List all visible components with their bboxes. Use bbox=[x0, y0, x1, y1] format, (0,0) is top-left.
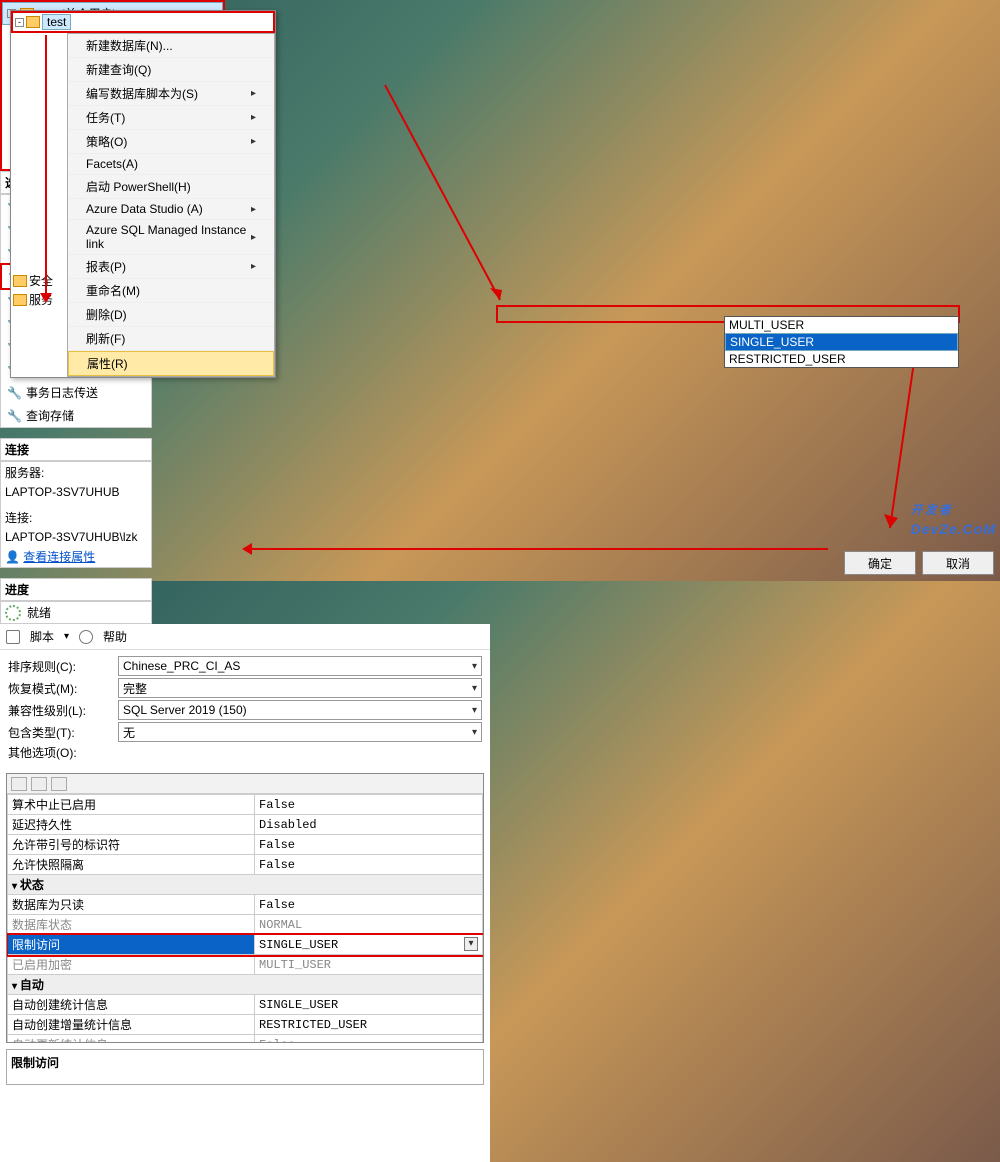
dropdown-option[interactable]: SINGLE_USER bbox=[725, 333, 958, 351]
form-row: 其他选项(O): bbox=[8, 744, 482, 761]
db-name: test bbox=[42, 14, 71, 30]
menu-item[interactable]: 刷新(F) bbox=[68, 327, 274, 351]
object-explorer-top: - test 新建数据库(N)...新建查询(Q)编写数据库脚本为(S)▸任务(… bbox=[10, 10, 276, 378]
menu-item[interactable]: Azure Data Studio (A)▸ bbox=[68, 199, 274, 220]
grid-row[interactable]: 算术中止已启用False bbox=[8, 795, 483, 815]
grid-row[interactable]: 限制访问SINGLE_USER bbox=[8, 935, 483, 955]
context-menu: 新建数据库(N)...新建查询(Q)编写数据库脚本为(S)▸任务(T)▸策略(O… bbox=[67, 33, 275, 377]
dropdown-option[interactable]: MULTI_USER bbox=[725, 317, 958, 333]
section-heading: 进度 bbox=[0, 578, 152, 601]
grid-toolbar bbox=[7, 774, 483, 794]
dropdown-option[interactable]: RESTRICTED_USER bbox=[725, 351, 958, 367]
grid-row[interactable]: 已启用加密MULTI_USER bbox=[8, 955, 483, 975]
wrench-icon: 🔧 bbox=[7, 409, 22, 423]
script-icon[interactable] bbox=[6, 630, 20, 644]
form-row: 恢复模式(M):完整 bbox=[8, 678, 482, 698]
menu-item[interactable]: 属性(R) bbox=[68, 351, 274, 376]
form-row: 包含类型(T):无 bbox=[8, 722, 482, 742]
menu-item[interactable]: 重命名(M) bbox=[68, 279, 274, 303]
grid-row[interactable]: 自动更新统计信息False bbox=[8, 1035, 483, 1044]
menu-item[interactable]: Azure SQL Managed Instance link▸ bbox=[68, 220, 274, 255]
conn-value: LAPTOP-3SV7UHUB\lzk bbox=[1, 528, 151, 546]
menu-item[interactable]: 报表(P)▸ bbox=[68, 255, 274, 279]
menu-item[interactable]: 新建查询(Q) bbox=[68, 58, 274, 82]
tree-folder: 安全 bbox=[11, 271, 55, 290]
toolbar-btn[interactable] bbox=[51, 777, 67, 791]
grid-row[interactable]: 延迟持久性Disabled bbox=[8, 815, 483, 835]
restrict-access-dropdown[interactable]: MULTI_USERSINGLE_USERRESTRICTED_USER bbox=[724, 316, 959, 368]
toolbar-btn[interactable] bbox=[31, 777, 47, 791]
cancel-button[interactable]: 取消 bbox=[922, 551, 994, 575]
combo-box[interactable]: SQL Server 2019 (150) bbox=[118, 700, 482, 720]
server-value: LAPTOP-3SV7UHUB bbox=[1, 483, 151, 501]
combo-box[interactable]: 无 bbox=[118, 722, 482, 742]
combo-box[interactable]: 完整 bbox=[118, 678, 482, 698]
conn-label: 连接: bbox=[1, 507, 151, 528]
menu-item[interactable]: 删除(D) bbox=[68, 303, 274, 327]
form-row: 兼容性级别(L):SQL Server 2019 (150) bbox=[8, 700, 482, 720]
section-heading: 连接 bbox=[0, 438, 152, 461]
menu-item[interactable]: 新建数据库(N)... bbox=[68, 34, 274, 58]
properties-pane: 脚本 ▾ 帮助 排序规则(C):Chinese_PRC_CI_AS恢复模式(M)… bbox=[0, 624, 490, 1162]
grid-row[interactable]: 允许带引号的标识符False bbox=[8, 835, 483, 855]
menu-item[interactable]: 任务(T)▸ bbox=[68, 106, 274, 130]
detail-label: 限制访问 bbox=[11, 1056, 59, 1070]
grid-row[interactable]: 自动创建统计信息SINGLE_USER bbox=[8, 995, 483, 1015]
page-item[interactable]: 🔧事务日志传送 bbox=[1, 381, 151, 404]
menu-item[interactable]: 启动 PowerShell(H) bbox=[68, 175, 274, 199]
grid-row[interactable]: 数据库为只读False bbox=[8, 895, 483, 915]
menu-item[interactable]: 策略(O)▸ bbox=[68, 130, 274, 154]
help-button[interactable]: 帮助 bbox=[103, 628, 127, 645]
form-row: 排序规则(C):Chinese_PRC_CI_AS bbox=[8, 656, 482, 676]
arrow-head bbox=[242, 543, 252, 555]
progress-spinner-icon bbox=[5, 605, 21, 621]
grid-row[interactable]: 允许快照隔离False bbox=[8, 855, 483, 875]
toolbar-btn[interactable] bbox=[11, 777, 27, 791]
menu-item[interactable]: Facets(A) bbox=[68, 154, 274, 175]
database-icon bbox=[26, 16, 40, 28]
server-label: 服务器: bbox=[1, 462, 151, 483]
progress-text: 就绪 bbox=[27, 604, 51, 621]
menu-item[interactable]: 编写数据库脚本为(S)▸ bbox=[68, 82, 274, 106]
view-conn-props-link[interactable]: 查看连接属性 bbox=[23, 550, 95, 564]
arrow-annotation bbox=[380, 80, 520, 320]
user-icon: 👤 bbox=[5, 550, 20, 564]
property-grid[interactable]: 算术中止已启用False延迟持久性Disabled允许带引号的标识符False允… bbox=[7, 794, 483, 1043]
tree-node-selected[interactable]: - test bbox=[11, 11, 275, 33]
grid-row[interactable]: 数据库状态NORMAL bbox=[8, 915, 483, 935]
page-item[interactable]: 🔧查询存储 bbox=[1, 404, 151, 427]
script-button[interactable]: 脚本 bbox=[30, 628, 54, 645]
grid-row[interactable]: 自动创建增量统计信息RESTRICTED_USER bbox=[8, 1015, 483, 1035]
ok-button[interactable]: 确定 bbox=[844, 551, 916, 575]
properties-toolbar: 脚本 ▾ 帮助 bbox=[0, 624, 490, 650]
help-icon[interactable] bbox=[79, 630, 93, 644]
combo-box[interactable]: Chinese_PRC_CI_AS bbox=[118, 656, 482, 676]
wrench-icon: 🔧 bbox=[7, 386, 22, 400]
arrow-annotation bbox=[248, 548, 828, 550]
